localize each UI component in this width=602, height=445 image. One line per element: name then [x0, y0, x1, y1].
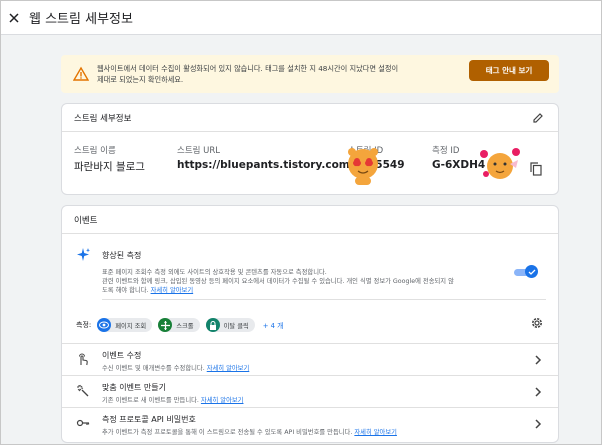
row-desc-text: 수신 이벤트 및 매개변수를 수정합니다. [102, 365, 205, 372]
chip-page-view[interactable]: 페이지 조회 [97, 318, 153, 332]
chevron-right-icon [535, 355, 542, 365]
learn-more-link[interactable]: 자세히 알아보기 [354, 429, 397, 436]
alert-message: 웹사이트에서 데이터 수집이 활성화되어 있지 않습니다. 태그를 설치한 지 … [97, 63, 457, 85]
eye-icon [97, 318, 112, 332]
enhanced-measurement-description: 표준 페이지 조회수 측정 외에도 사이트의 상호작용 및 콘텐츠를 자동으로 … [102, 268, 542, 295]
top-bar: 웹 스트림 세부정보 [1, 1, 601, 35]
row-description: 추가 이벤트가 측정 프로토콜을 통해 이 스트림으로 전송될 수 있도록 AP… [102, 427, 397, 436]
stream-details-title: 스트림 세부정보 [62, 104, 558, 132]
enhanced-measurement-section: 향상된 측정 표준 페이지 조회수 측정 외에도 사이트의 상호작용 및 콘텐츠… [62, 234, 558, 344]
more-events-link[interactable]: + 4 개 [263, 320, 284, 330]
character-sticker-icon [480, 148, 520, 179]
row-title: 이벤트 수정 [102, 351, 142, 360]
measure-label: 측정: [76, 321, 92, 329]
chip-label: 페이지 조회 [115, 322, 147, 330]
learn-more-link[interactable]: 자세히 알아보기 [201, 397, 244, 404]
divider [102, 299, 546, 300]
learn-more-link[interactable]: 자세히 알아보기 [151, 287, 194, 294]
stream-url-label: 스트림 URL [177, 146, 221, 156]
row-title: 측정 프로토콜 API 비밀번호 [102, 415, 196, 424]
lock-icon [205, 318, 220, 332]
enhanced-desc-line-1: 표준 페이지 조회수 측정 외에도 사이트의 상호작용 및 콘텐츠를 자동으로 … [102, 269, 327, 276]
chip-label: 스크롤 [176, 322, 194, 330]
copy-icon[interactable] [530, 162, 542, 176]
row-create-custom-event[interactable]: 맞춤 이벤트 만들기 기존 이벤트로 새 이벤트를 만듭니다. 자세히 알아보기 [62, 376, 558, 408]
crosshair-icon [158, 318, 173, 332]
check-icon [528, 269, 535, 275]
stream-name-field: 스트림 이름 파란바지 블로그 [74, 144, 145, 174]
close-icon [9, 12, 19, 23]
learn-more-link[interactable]: 자세히 알아보기 [207, 365, 250, 372]
enhanced-desc-line-2: 관련 이벤트와 함께 링크, 삽입된 동영상 등의 페이지 요소에서 데이터가 … [102, 278, 454, 285]
stream-name-label: 스트림 이름 [74, 146, 116, 156]
enhanced-measurement-title: 향상된 측정 [102, 251, 142, 260]
stream-url-value: https://bluepants.tistory.com [177, 159, 350, 171]
tag-guide-button[interactable]: 태그 안내 보기 [469, 60, 549, 81]
edit-icon[interactable] [532, 112, 544, 124]
key-icon [76, 419, 90, 427]
toggle-knob [525, 265, 538, 278]
row-desc-text: 추가 이벤트가 측정 프로토콜을 통해 이 스트림으로 전송될 수 있도록 AP… [102, 429, 353, 436]
events-card: 이벤트 향상된 측정 표준 페이지 조회수 측정 외에도 사이트의 상호작용 및… [61, 205, 559, 443]
row-desc-text: 기존 이벤트로 새 이벤트를 만듭니다. [102, 397, 199, 404]
enhanced-measurement-toggle[interactable] [514, 265, 538, 278]
row-measurement-protocol-api[interactable]: 측정 프로토콜 API 비밀번호 추가 이벤트가 측정 프로토콜을 통해 이 스… [62, 408, 558, 440]
stream-name-value: 파란바지 블로그 [74, 161, 145, 173]
row-description: 기존 이벤트로 새 이벤트를 만듭니다. 자세히 알아보기 [102, 395, 243, 404]
chevron-right-icon [535, 387, 542, 397]
page-title: 웹 스트림 세부정보 [29, 12, 133, 27]
chip-label: 이탈 클릭 [223, 322, 249, 330]
stream-details-card: 스트림 세부정보 스트림 이름 파란바지 블로그 스트림 URL https:/… [61, 103, 559, 195]
gear-icon[interactable] [530, 316, 544, 330]
close-button[interactable] [5, 9, 23, 27]
magic-cursor-icon [77, 384, 89, 397]
alert-line-2: 제대로 되었는지 확인하세요. [97, 75, 184, 84]
row-title: 맞춤 이벤트 만들기 [102, 383, 166, 392]
touch-icon [79, 353, 88, 366]
events-title: 이벤트 [62, 206, 558, 234]
chevron-right-icon [535, 419, 542, 429]
sparkle-icon [77, 248, 90, 261]
heart-eyes-sticker-icon [348, 148, 378, 185]
measured-events-row: 측정: 페이지 조회 스크롤 이탈 클릭 + 4 개 [76, 318, 283, 332]
alert-line-1: 웹사이트에서 데이터 수집이 활성화되어 있지 않습니다. 태그를 설치한 지 … [97, 64, 399, 73]
data-collection-alert: 웹사이트에서 데이터 수집이 활성화되어 있지 않습니다. 태그를 설치한 지 … [61, 55, 559, 93]
chip-scroll[interactable]: 스크롤 [158, 318, 200, 332]
enhanced-desc-line-3: 도록 해야 합니다. [102, 287, 149, 294]
chip-outbound-click[interactable]: 이탈 클릭 [205, 318, 255, 332]
row-modify-events[interactable]: 이벤트 수정 수신 이벤트 및 매개변수를 수정합니다. 자세히 알아보기 [62, 344, 558, 376]
row-description: 수신 이벤트 및 매개변수를 수정합니다. 자세히 알아보기 [102, 363, 249, 372]
stream-url-field: 스트림 URL https://bluepants.tistory.com [177, 144, 350, 171]
warning-icon [73, 66, 89, 81]
